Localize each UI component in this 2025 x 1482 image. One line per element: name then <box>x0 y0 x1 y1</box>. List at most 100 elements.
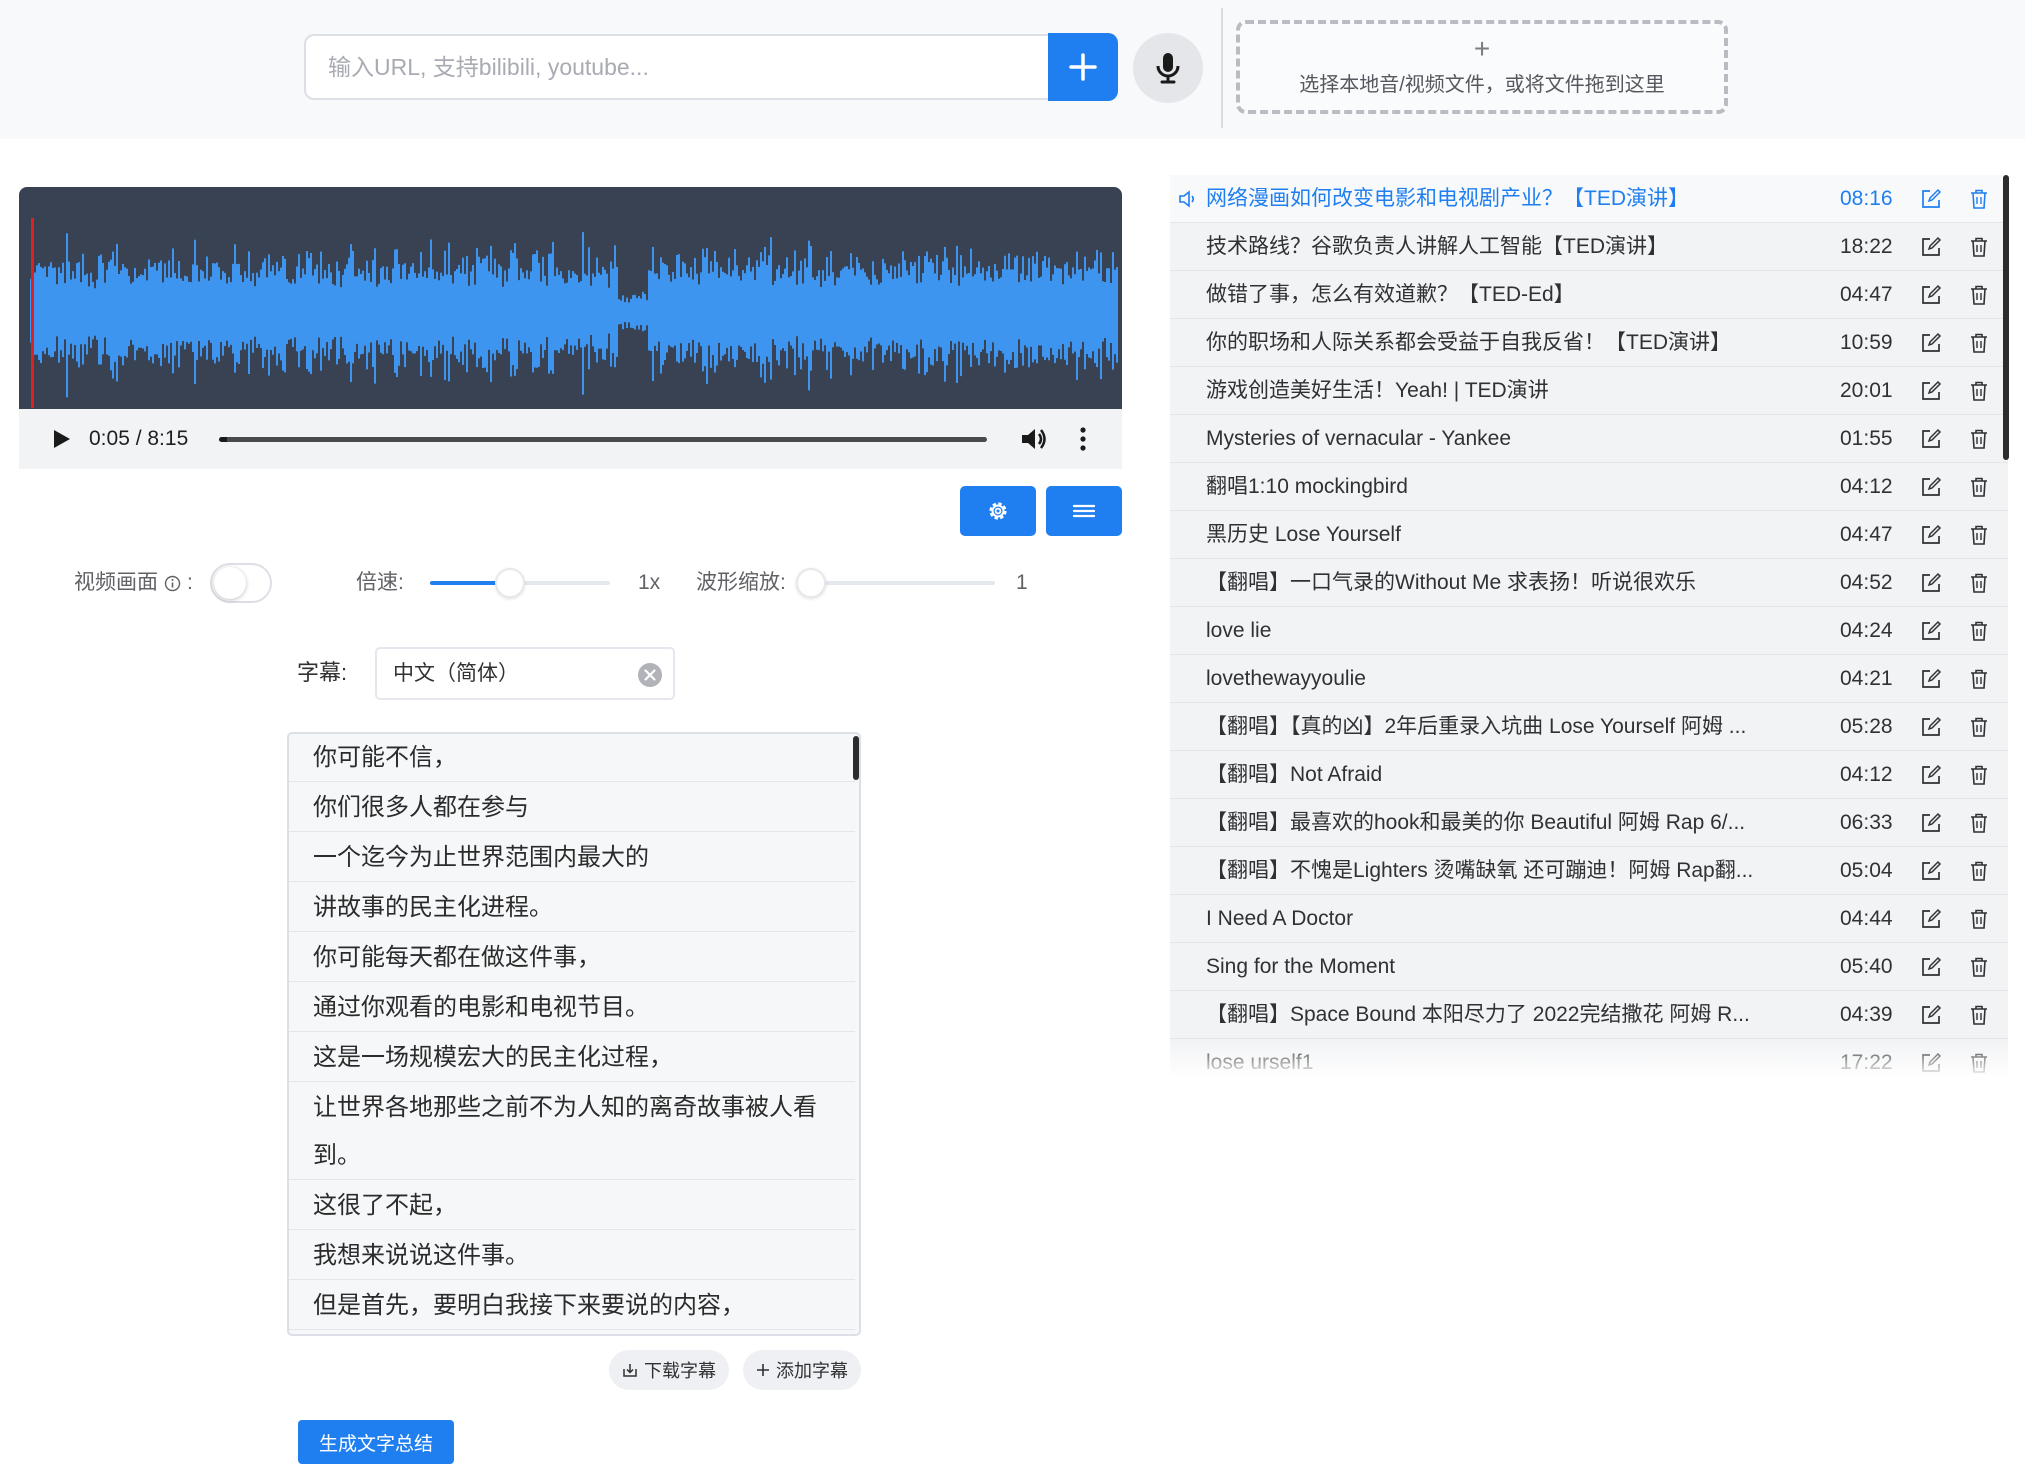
edit-icon[interactable] <box>1920 572 1942 594</box>
playlist-item[interactable]: Sing for the Moment 05:40 <box>1170 943 2008 991</box>
video-toggle[interactable] <box>210 563 272 603</box>
playlist-item[interactable]: love lie 04:24 <box>1170 607 2008 655</box>
trash-icon[interactable] <box>1969 236 1989 258</box>
info-icon[interactable] <box>164 575 181 592</box>
trash-icon[interactable] <box>1969 812 1989 834</box>
edit-icon[interactable] <box>1920 236 1942 258</box>
file-dropzone[interactable]: + 选择本地音/视频文件，或将文件拖到这里 <box>1236 20 1728 114</box>
generate-summary-button[interactable]: 生成文字总结 <box>298 1420 454 1464</box>
playlist-item[interactable]: I Need A Doctor 04:44 <box>1170 895 2008 943</box>
playlist-item[interactable]: 【翻唱】不愧是Lighters 烫嘴缺氧 还可蹦迪！阿姆 Rap翻... 05:0… <box>1170 847 2008 895</box>
waveform-playhead <box>31 218 34 408</box>
playlist-item[interactable]: 黑历史 Lose Yourself 04:47 <box>1170 511 2008 559</box>
speed-slider-thumb[interactable] <box>495 568 525 598</box>
edit-icon[interactable] <box>1920 908 1942 930</box>
play-icon[interactable] <box>50 428 72 450</box>
playlist-item[interactable]: 【翻唱】Not Afraid 04:12 <box>1170 751 2008 799</box>
subtitle-list-scrollbar[interactable] <box>853 736 859 780</box>
subtitle-line[interactable]: 让世界各地那些之前不为人知的离奇故事被人看 <box>289 1084 855 1132</box>
edit-icon[interactable] <box>1920 524 1942 546</box>
edit-icon[interactable] <box>1920 668 1942 690</box>
subtitle-line[interactable]: 你可能每天都在做这件事， <box>289 934 855 982</box>
trash-icon[interactable] <box>1969 860 1989 882</box>
zoom-slider-track[interactable] <box>810 581 995 585</box>
download-subtitle-button[interactable]: 下载字幕 <box>609 1350 729 1390</box>
edit-icon[interactable] <box>1920 284 1942 306</box>
trash-icon[interactable] <box>1969 1052 1989 1074</box>
edit-icon[interactable] <box>1920 380 1942 402</box>
trash-icon[interactable] <box>1969 764 1989 786</box>
record-audio-button[interactable] <box>1133 33 1203 103</box>
trash-icon[interactable] <box>1969 908 1989 930</box>
playlist-item[interactable]: 技术路线？谷歌负责人讲解人工智能【TED演讲】 18:22 <box>1170 223 2008 271</box>
edit-icon[interactable] <box>1920 860 1942 882</box>
trash-icon[interactable] <box>1969 428 1989 450</box>
playlist-item-duration: 04:47 <box>1840 283 1893 306</box>
edit-icon[interactable] <box>1920 812 1942 834</box>
subtitle-line[interactable]: 这很了不起， <box>289 1182 855 1230</box>
trash-icon[interactable] <box>1969 668 1989 690</box>
playlist-scrollbar[interactable] <box>2003 175 2009 460</box>
edit-icon[interactable] <box>1920 1004 1942 1026</box>
subtitle-line[interactable]: 通过你观看的电影和电视节目。 <box>289 984 855 1032</box>
subtitle-line[interactable]: 到。 <box>289 1132 855 1180</box>
speed-label: 倍速: <box>356 571 404 594</box>
playlist-item[interactable]: 游戏创造美好生活！Yeah! | TED演讲 20:01 <box>1170 367 2008 415</box>
trash-icon[interactable] <box>1969 284 1989 306</box>
edit-icon[interactable] <box>1920 476 1942 498</box>
subtitle-line[interactable]: 这是一场规模宏大的民主化过程， <box>289 1034 855 1082</box>
trash-icon[interactable] <box>1969 188 1989 210</box>
trash-icon[interactable] <box>1969 572 1989 594</box>
playlist-item[interactable]: 网络漫画如何改变电影和电视剧产业？【TED演讲】 08:16 <box>1170 175 2008 223</box>
playlist-item[interactable]: lovethewayyoulie 04:21 <box>1170 655 2008 703</box>
subtitle-language-select[interactable]: 中文（简体） <box>375 647 675 700</box>
subtitle-line[interactable]: 你们很多人都在参与 <box>289 784 855 832</box>
url-input[interactable] <box>304 34 1050 100</box>
subtitle-line[interactable]: 你可能不信， <box>289 734 855 782</box>
edit-icon[interactable] <box>1920 956 1942 978</box>
playlist-item[interactable]: 你的职场和人际关系都会受益于自我反省！【TED演讲】 10:59 <box>1170 319 2008 367</box>
trash-icon[interactable] <box>1969 956 1989 978</box>
playlist-item[interactable]: 【翻唱】一口气录的Without Me 求表扬！听说很欢乐 04:52 <box>1170 559 2008 607</box>
trash-icon[interactable] <box>1969 380 1989 402</box>
edit-icon[interactable] <box>1920 620 1942 642</box>
subtitle-list[interactable]: 你可能不信， 你们很多人都在参与 一个迄今为止世界范围内最大的 讲故事的民主化进程。你… <box>287 732 861 1336</box>
playlist-item[interactable]: 【翻唱】最喜欢的hook和最美的你 Beautiful 阿姆 Rap 6/...… <box>1170 799 2008 847</box>
edit-icon[interactable] <box>1920 716 1942 738</box>
plus-icon <box>1069 53 1097 81</box>
edit-icon[interactable] <box>1920 428 1942 450</box>
playlist-item[interactable]: lose urself1 17:22 <box>1170 1039 2008 1075</box>
zoom-slider-thumb[interactable] <box>796 568 826 598</box>
playlist-item[interactable]: 【翻唱】Space Bound 本阳尽力了 2022完结撒花 阿姆 R... 04… <box>1170 991 2008 1039</box>
trash-icon[interactable] <box>1969 332 1989 354</box>
volume-icon[interactable] <box>1020 426 1048 452</box>
subtitle-line[interactable]: 我想来说说这件事。 <box>289 1232 855 1280</box>
subtitle-line[interactable]: 讲故事的民主化进程。 <box>289 884 855 932</box>
subtitle-line[interactable]: 但是首先，要明白我接下来要说的内容， <box>289 1282 855 1330</box>
edit-icon[interactable] <box>1920 764 1942 786</box>
seek-bar[interactable] <box>219 437 987 442</box>
trash-icon[interactable] <box>1969 620 1989 642</box>
list-menu-button[interactable] <box>1046 486 1122 536</box>
subtitle-select-value: 中文（简体） <box>393 662 519 685</box>
playlist-item[interactable]: Mysteries of vernacular - Yankee 01:55 <box>1170 415 2008 463</box>
more-vertical-icon[interactable] <box>1078 425 1088 453</box>
add-subtitle-button[interactable]: 添加字幕 <box>743 1350 861 1390</box>
edit-icon[interactable] <box>1920 1052 1942 1074</box>
trash-icon[interactable] <box>1969 524 1989 546</box>
playlist-item[interactable]: 【翻唱】【真的凶】2年后重录入坑曲 Lose Yourself 阿姆 ... 05… <box>1170 703 2008 751</box>
settings-button[interactable] <box>960 486 1036 536</box>
edit-icon[interactable] <box>1920 332 1942 354</box>
playlist-item-duration: 01:55 <box>1840 427 1893 450</box>
edit-icon[interactable] <box>1920 188 1942 210</box>
playlist-item[interactable]: 做错了事，怎么有效道歉？【TED-Ed】 04:47 <box>1170 271 2008 319</box>
waveform[interactable] <box>19 187 1122 409</box>
trash-icon[interactable] <box>1969 1004 1989 1026</box>
subtitle-line[interactable]: 一个迄今为止世界范围内最大的 <box>289 834 855 882</box>
trash-icon[interactable] <box>1969 476 1989 498</box>
video-toggle-label: 视频画面 : <box>74 568 193 598</box>
add-url-button[interactable] <box>1048 33 1118 101</box>
trash-icon[interactable] <box>1969 716 1989 738</box>
clear-circle-icon[interactable] <box>637 662 663 688</box>
playlist-item[interactable]: 翻唱1:10 mockingbird 04:12 <box>1170 463 2008 511</box>
